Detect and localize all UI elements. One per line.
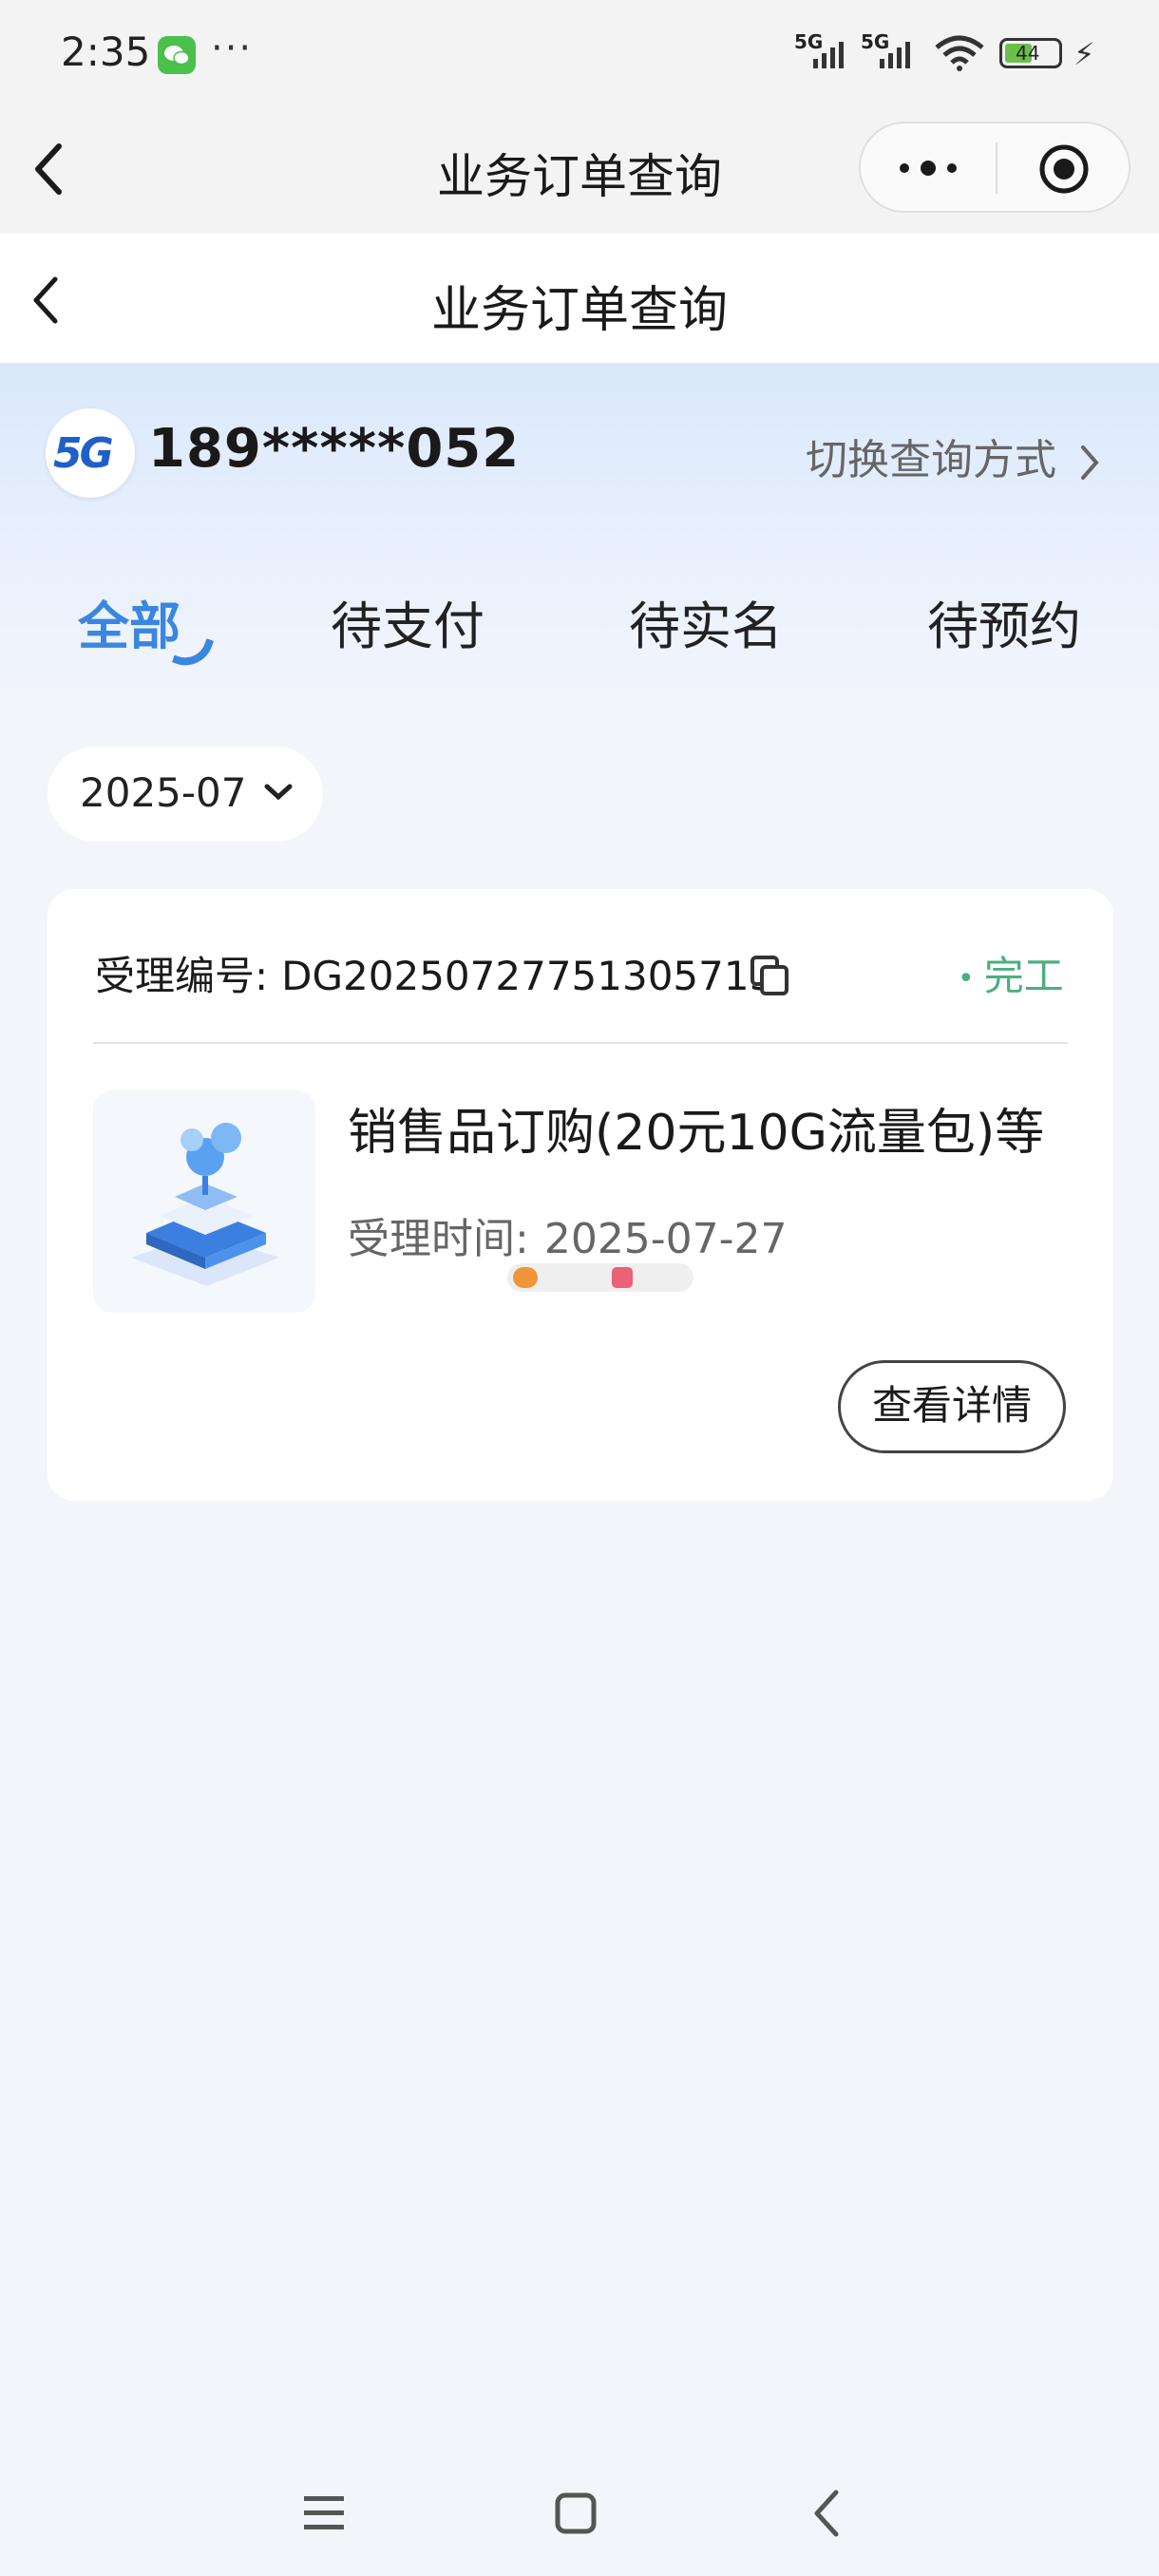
tab-all[interactable]: 全部	[78, 584, 180, 659]
battery-level: 44	[1016, 42, 1040, 65]
menu-icon[interactable]	[302, 2492, 346, 2534]
tab-pending-appointment[interactable]: 待预约	[927, 584, 1081, 659]
page-title: 业务订单查询	[430, 282, 728, 339]
charging-icon: ⚡	[1074, 36, 1095, 72]
order-time: 受理时间: 2025-07-27	[348, 1204, 788, 1265]
more-notifications-icon: ···	[211, 27, 254, 70]
battery-icon: 44	[999, 38, 1062, 68]
card-divider	[93, 1042, 1068, 1044]
view-details-button[interactable]: 查看详情	[838, 1360, 1066, 1453]
order-number-label: 受理编号:	[95, 953, 269, 999]
order-status-text: 完工	[983, 953, 1064, 999]
page-header: 业务订单查询	[0, 234, 1159, 363]
order-number: 受理编号: DG20250727751305713	[95, 944, 774, 1002]
switch-query-label: 切换查询方式	[806, 436, 1056, 484]
order-time-label: 受理时间:	[348, 1215, 529, 1263]
more-icon[interactable]	[895, 152, 961, 184]
status-time: 2:35	[61, 28, 151, 75]
order-status-badge: • 完工	[958, 953, 1064, 999]
mini-program-bar: 业务订单查询	[0, 112, 1159, 234]
data-package-illustration	[131, 1123, 279, 1286]
system-nav-bar	[0, 2451, 1159, 2576]
badge-text: 5G	[53, 429, 114, 478]
wifi-icon	[935, 35, 984, 71]
order-time-value: 2025-07-27	[543, 1215, 788, 1263]
switch-query-method[interactable]: 切换查询方式	[806, 426, 1100, 486]
watermark-app-icon	[612, 1267, 633, 1288]
wechat-icon	[158, 36, 196, 74]
mp-capsule	[859, 122, 1130, 213]
chevron-right-icon	[1081, 445, 1099, 480]
5g-logo-icon: 5G	[46, 408, 135, 498]
tab-pending-verification[interactable]: 待实名	[629, 584, 783, 659]
phone-number: 189*****052	[148, 418, 521, 480]
capsule-divider	[996, 142, 998, 194]
status-bar: 2:35 ··· 5G 5G 44 ⚡	[0, 0, 1159, 112]
chevron-down-icon	[264, 784, 293, 801]
product-thumbnail	[93, 1090, 315, 1313]
tab-pending-payment[interactable]: 待支付	[331, 584, 484, 659]
system-back-icon[interactable]	[809, 2489, 842, 2538]
watermark-logo-icon	[513, 1267, 538, 1288]
watermark	[507, 1263, 694, 1292]
month-value: 2025-07	[80, 769, 247, 816]
copy-icon[interactable]	[750, 956, 788, 995]
home-icon[interactable]	[555, 2492, 597, 2534]
signal-icon	[880, 42, 910, 68]
signal-icon	[813, 42, 844, 68]
product-name: 销售品订购(20元10G流量包)等	[348, 1105, 1045, 1162]
order-number-value: DG20250727751305713	[281, 953, 775, 999]
month-picker[interactable]: 2025-07	[48, 747, 323, 842]
close-miniprogram-icon[interactable]	[1037, 142, 1091, 196]
